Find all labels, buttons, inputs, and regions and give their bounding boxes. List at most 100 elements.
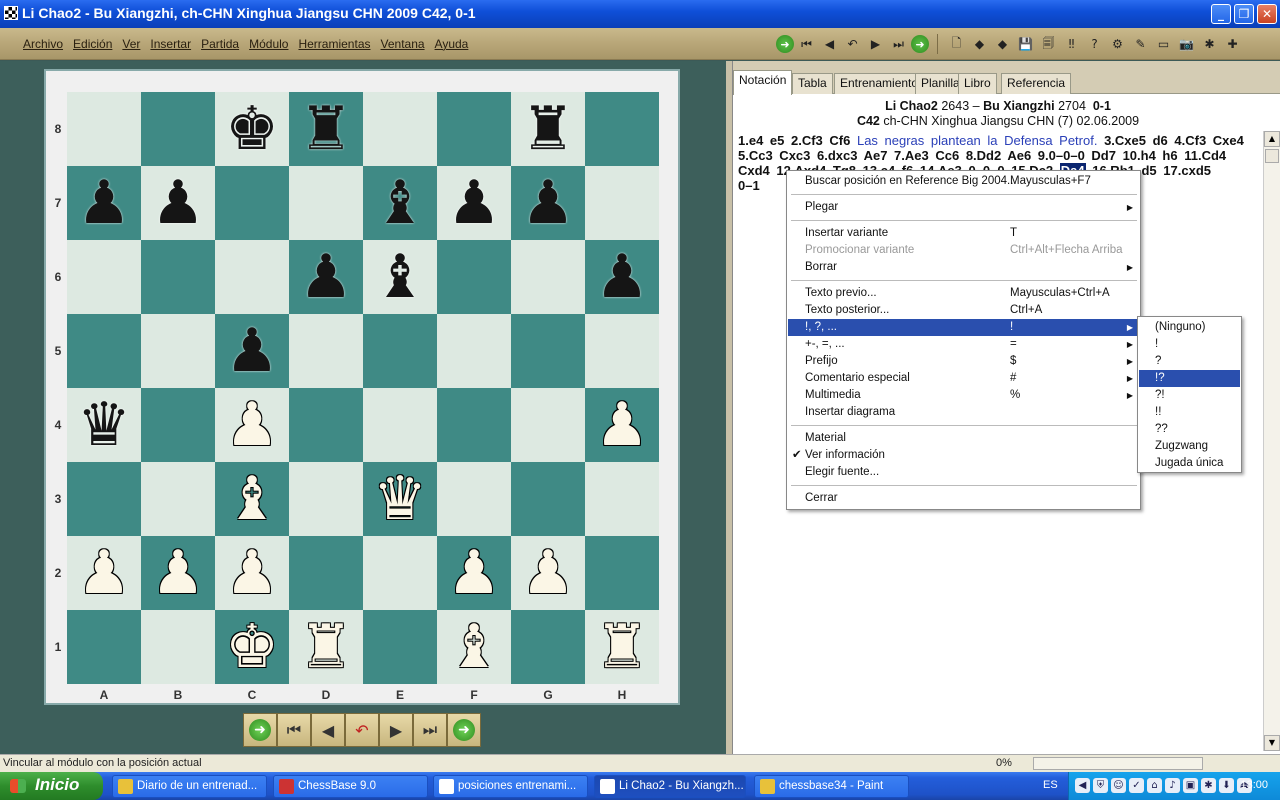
square-d8[interactable]: ♜ bbox=[289, 92, 363, 166]
menu-partida[interactable]: Partida bbox=[196, 37, 244, 51]
new-document-icon[interactable]: 🗋 bbox=[946, 34, 967, 55]
scroll-up-icon[interactable]: ▲ bbox=[1264, 131, 1280, 147]
context-menu-item[interactable]: ✔ Ver información bbox=[788, 447, 1139, 464]
context-menu-item[interactable]: Texto posterior... Ctrl+A bbox=[788, 302, 1139, 319]
tab-referencia[interactable]: Referencia bbox=[1001, 73, 1072, 94]
square-a7[interactable]: ♟ bbox=[67, 166, 141, 240]
square-c3[interactable]: ♝ bbox=[215, 462, 289, 536]
square-g2[interactable]: ♟ bbox=[511, 536, 585, 610]
forward-button[interactable]: ➜ bbox=[243, 713, 277, 747]
take-back-button[interactable]: ↶ bbox=[345, 713, 379, 747]
context-menu-item[interactable]: Cerrar bbox=[788, 490, 1139, 507]
tab-tabla[interactable]: Tabla bbox=[792, 73, 833, 94]
arrow-right-icon[interactable]: ◆ bbox=[992, 34, 1013, 55]
square-a2[interactable]: ♟ bbox=[67, 536, 141, 610]
scroll-thumb[interactable] bbox=[1265, 149, 1279, 163]
square-d7[interactable] bbox=[289, 166, 363, 240]
square-b5[interactable] bbox=[141, 314, 215, 388]
square-f4[interactable] bbox=[437, 388, 511, 462]
black-bishop-icon[interactable]: ♝ bbox=[373, 173, 427, 233]
black-rook-icon[interactable]: ♜ bbox=[521, 99, 575, 159]
moves-6[interactable]: 17.cxd5 bbox=[1163, 163, 1211, 178]
square-d4[interactable] bbox=[289, 388, 363, 462]
black-pawn-icon[interactable]: ♟ bbox=[595, 247, 649, 307]
volume-icon[interactable]: ♪ bbox=[1165, 778, 1180, 793]
square-h4[interactable]: ♟ bbox=[585, 388, 659, 462]
submenu-item[interactable]: ?? bbox=[1139, 421, 1240, 438]
white-pawn-icon[interactable]: ♟ bbox=[151, 543, 205, 603]
submenu-item[interactable]: ? bbox=[1139, 353, 1240, 370]
menu-m-dulo[interactable]: Módulo bbox=[244, 37, 293, 51]
square-d6[interactable]: ♟ bbox=[289, 240, 363, 314]
nav-forward-green-icon[interactable]: ➜ bbox=[776, 35, 794, 53]
minimize-button[interactable]: _ bbox=[1211, 4, 1231, 24]
tab-notaci-n[interactable]: Notación bbox=[733, 70, 793, 95]
chess-board[interactable]: ♚ ♜ ♜ ♟ ♟ ♝ ♟ ♟ ♟ ♝ ♟ ♟ ♛ ♟ ♟ ♝ ♛ ♟ ♟ ♟ ♟ ♟ ♚ ♜ ♝ ♜ bbox=[67, 92, 659, 684]
messenger-icon[interactable]: ☺ bbox=[1111, 778, 1126, 793]
context-menu-item[interactable]: +-, =, ... = ▶ bbox=[788, 336, 1139, 353]
submenu-item[interactable]: ! bbox=[1139, 336, 1240, 353]
square-h1[interactable]: ♜ bbox=[585, 610, 659, 684]
white-king-icon[interactable]: ♚ bbox=[225, 617, 279, 677]
replay-button[interactable]: ➜ bbox=[447, 713, 481, 747]
white-bishop-icon[interactable]: ♝ bbox=[447, 617, 501, 677]
context-menu-item[interactable]: Insertar variante T bbox=[788, 225, 1139, 242]
square-g4[interactable] bbox=[511, 388, 585, 462]
taskbar-button[interactable]: Diario de un entrenad... bbox=[112, 775, 267, 798]
hint-icon[interactable]: ? bbox=[1084, 34, 1105, 55]
square-d2[interactable] bbox=[289, 536, 363, 610]
first-move-icon[interactable]: ⏮ bbox=[796, 34, 817, 55]
security-icon[interactable]: ✓ bbox=[1129, 778, 1144, 793]
square-f8[interactable] bbox=[437, 92, 511, 166]
square-h2[interactable] bbox=[585, 536, 659, 610]
next-move-icon[interactable]: ▶ bbox=[865, 34, 886, 55]
white-bishop-icon[interactable]: ♝ bbox=[225, 469, 279, 529]
black-pawn-icon[interactable]: ♟ bbox=[447, 173, 501, 233]
maximize-button[interactable]: ❐ bbox=[1234, 4, 1254, 24]
square-c7[interactable] bbox=[215, 166, 289, 240]
context-menu-item[interactable]: !, ?, ...! ▶ bbox=[788, 319, 1139, 336]
square-d5[interactable] bbox=[289, 314, 363, 388]
square-b6[interactable] bbox=[141, 240, 215, 314]
shield-icon[interactable]: ⛨ bbox=[1093, 778, 1108, 793]
square-e4[interactable] bbox=[363, 388, 437, 462]
square-e6[interactable]: ♝ bbox=[363, 240, 437, 314]
submenu-item[interactable]: !! bbox=[1139, 404, 1240, 421]
close-button[interactable]: ✕ bbox=[1257, 4, 1277, 24]
moves-4[interactable]: 11.Cd4 bbox=[1184, 148, 1226, 163]
square-b8[interactable] bbox=[141, 92, 215, 166]
square-e7[interactable]: ♝ bbox=[363, 166, 437, 240]
tray-app-icon[interactable]: ▣ bbox=[1183, 778, 1198, 793]
cross-icon[interactable]: ✚ bbox=[1222, 34, 1243, 55]
square-c2[interactable]: ♟ bbox=[215, 536, 289, 610]
square-a8[interactable] bbox=[67, 92, 141, 166]
context-menu-item[interactable]: Buscar posición en Reference Big 2004...… bbox=[788, 173, 1139, 190]
square-f6[interactable] bbox=[437, 240, 511, 314]
square-c6[interactable] bbox=[215, 240, 289, 314]
menu-ayuda[interactable]: Ayuda bbox=[430, 37, 474, 51]
white-pawn-icon[interactable]: ♟ bbox=[447, 543, 501, 603]
white-pawn-icon[interactable]: ♟ bbox=[521, 543, 575, 603]
pin-icon[interactable]: ✱ bbox=[1199, 34, 1220, 55]
white-rook-icon[interactable]: ♜ bbox=[595, 617, 649, 677]
square-g5[interactable] bbox=[511, 314, 585, 388]
taskbar-button[interactable]: posiciones entrenami... bbox=[433, 775, 588, 798]
white-pawn-icon[interactable]: ♟ bbox=[225, 395, 279, 455]
menu-herramientas[interactable]: Herramientas bbox=[293, 37, 375, 51]
menu-archivo[interactable]: Archivo bbox=[18, 37, 68, 51]
square-e3[interactable]: ♛ bbox=[363, 462, 437, 536]
prev-move-icon[interactable]: ◀ bbox=[819, 34, 840, 55]
square-c4[interactable]: ♟ bbox=[215, 388, 289, 462]
black-pawn-icon[interactable]: ♟ bbox=[151, 173, 205, 233]
context-menu-item[interactable]: Elegir fuente... bbox=[788, 464, 1139, 481]
save-icon[interactable]: 💾 bbox=[1015, 34, 1036, 55]
context-menu-item[interactable]: Insertar diagrama bbox=[788, 404, 1139, 421]
taskbar-button[interactable]: chessbase34 - Paint bbox=[754, 775, 909, 798]
white-pawn-icon[interactable]: ♟ bbox=[225, 543, 279, 603]
square-f1[interactable]: ♝ bbox=[437, 610, 511, 684]
vertical-scrollbar[interactable]: ▲ ▼ bbox=[1263, 131, 1280, 751]
start-button[interactable]: Inicio bbox=[0, 772, 103, 800]
square-e8[interactable] bbox=[363, 92, 437, 166]
square-a6[interactable] bbox=[67, 240, 141, 314]
square-h8[interactable] bbox=[585, 92, 659, 166]
